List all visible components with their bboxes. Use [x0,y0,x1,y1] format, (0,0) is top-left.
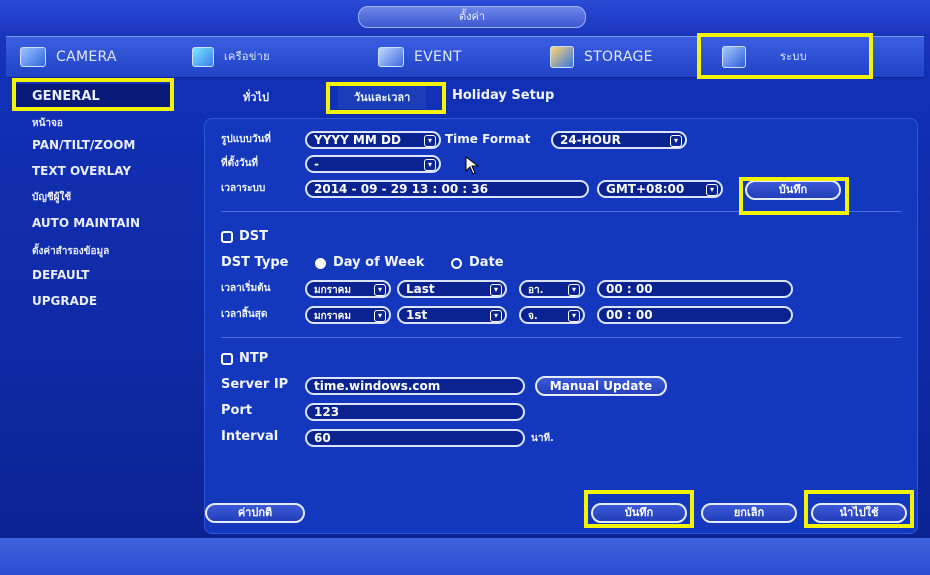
time-format-value: 24-HOUR [560,133,621,147]
port-input[interactable]: 123 [305,403,525,421]
sidebar-item-accounts[interactable]: บัญชีผู้ใช้ [32,190,71,205]
sidebar-item-display[interactable]: หน้าจอ [32,116,63,131]
date-separator-label: ที่ตั้งวันที่ [221,158,259,169]
dst-label: DST [239,229,269,244]
date-format-select[interactable]: YYYY MM DD ▾ [305,131,441,149]
dst-end-week-value: 1st [406,308,428,322]
subtab-holiday-setup[interactable]: Holiday Setup [452,88,554,103]
tab-label: EVENT [414,49,462,65]
dst-end-month-select[interactable]: มกราคม ▾ [305,306,391,324]
chevron-down-icon: ▾ [374,284,386,296]
interval-label: Interval [221,429,279,444]
dst-end-day-value: จ. [528,311,538,322]
highlight-date-time-tab [326,82,446,114]
default-button[interactable]: ค่าปกติ [205,503,305,523]
timezone-select[interactable]: GMT+08:00 ▾ [597,180,723,198]
chevron-down-icon: ▾ [706,184,718,196]
sidebar-item-pan-tilt-zoom[interactable]: PAN/TILT/ZOOM [32,138,135,152]
port-label: Port [221,403,253,418]
dst-end-week-select[interactable]: 1st ▾ [397,306,507,324]
tab-label: STORAGE [584,49,653,65]
dst-checkbox[interactable] [221,231,233,243]
sidebar-menu: GENERAL หน้าจอ PAN/TILT/ZOOM TEXT OVERLA… [10,80,180,500]
dst-start-week-value: Last [406,282,435,296]
sidebar-item-default[interactable]: DEFAULT [32,268,90,282]
date-option-label: Date [469,255,504,270]
highlight-save [584,490,694,528]
chevron-down-icon: ▾ [490,310,502,322]
chevron-down-icon: ▾ [568,310,580,322]
interval-unit: นาที. [531,433,554,444]
dst-end-time-input[interactable]: 00 : 00 [597,306,793,324]
tab-camera[interactable]: CAMERA [20,37,117,77]
network-icon [192,47,214,67]
sidebar-item-auto-maintain[interactable]: AUTO MAINTAIN [32,216,140,230]
dst-start-month-select[interactable]: มกราคม ▾ [305,280,391,298]
date-format-label: รูปแบบวันที่ [221,134,271,145]
nvr-settings-screen: ตั้งค่า CAMERA เครือข่าย EVENT STORAGE ร… [0,0,930,575]
server-ip-input[interactable]: time.windows.com [305,377,525,395]
tab-storage[interactable]: STORAGE [550,37,653,77]
manual-update-button[interactable]: Manual Update [535,376,667,396]
day-of-week-label: Day of Week [333,255,425,270]
time-format-select[interactable]: 24-HOUR ▾ [551,131,687,149]
dst-end-label: เวลาสิ้นสุด [221,309,268,320]
date-separator-select[interactable]: - ▾ [305,155,441,173]
dst-type-label: DST Type [221,255,289,270]
system-time-input[interactable]: 2014 - 09 - 29 13 : 00 : 36 [305,180,589,198]
sidebar-item-text-overlay[interactable]: TEXT OVERLAY [32,164,131,178]
sidebar-item-backup-settings[interactable]: ตั้งค่าสำรองข้อมูล [32,244,109,259]
storage-icon [550,46,574,68]
subtab-general[interactable]: ทั่วไป [243,88,269,106]
highlight-general [12,78,174,111]
time-format-label: Time Format [445,132,531,146]
tab-network[interactable]: เครือข่าย [192,37,270,77]
tab-label: CAMERA [56,49,117,65]
divider [221,337,901,338]
ntp-checkbox[interactable] [221,353,233,365]
dst-start-day-value: อา. [528,285,544,296]
event-icon [378,47,404,67]
timezone-value: GMT+08:00 [606,182,685,196]
tab-event[interactable]: EVENT [378,37,462,77]
tab-label: เครือข่าย [224,50,270,63]
chevron-down-icon: ▾ [490,284,502,296]
dst-start-time-input[interactable]: 00 : 00 [597,280,793,298]
chevron-down-icon: ▾ [568,284,580,296]
chevron-down-icon: ▾ [424,159,436,171]
dst-start-label: เวลาเริ่มต้น [221,283,271,294]
window-title: ตั้งค่า [358,6,586,28]
chevron-down-icon: ▾ [374,310,386,322]
interval-input[interactable]: 60 [305,429,525,447]
system-time-label: เวลาระบบ [221,183,266,194]
highlight-system-tab [697,33,873,79]
highlight-apply [804,490,914,528]
chevron-down-icon: ▾ [424,135,436,147]
ntp-label: NTP [239,351,269,366]
radio-day-of-week[interactable] [315,258,326,269]
highlight-save-time [739,177,849,215]
camera-icon [20,47,46,67]
dst-end-month-value: มกราคม [314,311,351,322]
sidebar-item-upgrade[interactable]: UPGRADE [32,294,97,308]
cancel-button[interactable]: ยกเลิก [701,503,797,523]
mouse-pointer-icon [465,156,480,175]
date-separator-value: - [314,157,319,171]
chevron-down-icon: ▾ [670,135,682,147]
radio-date[interactable] [451,258,462,269]
dst-start-day-select[interactable]: อา. ▾ [519,280,585,298]
dst-end-day-select[interactable]: จ. ▾ [519,306,585,324]
date-format-value: YYYY MM DD [314,133,401,147]
dst-start-week-select[interactable]: Last ▾ [397,280,507,298]
dst-start-month-value: มกราคม [314,285,351,296]
bottom-bar [0,538,930,575]
server-ip-label: Server IP [221,377,289,392]
